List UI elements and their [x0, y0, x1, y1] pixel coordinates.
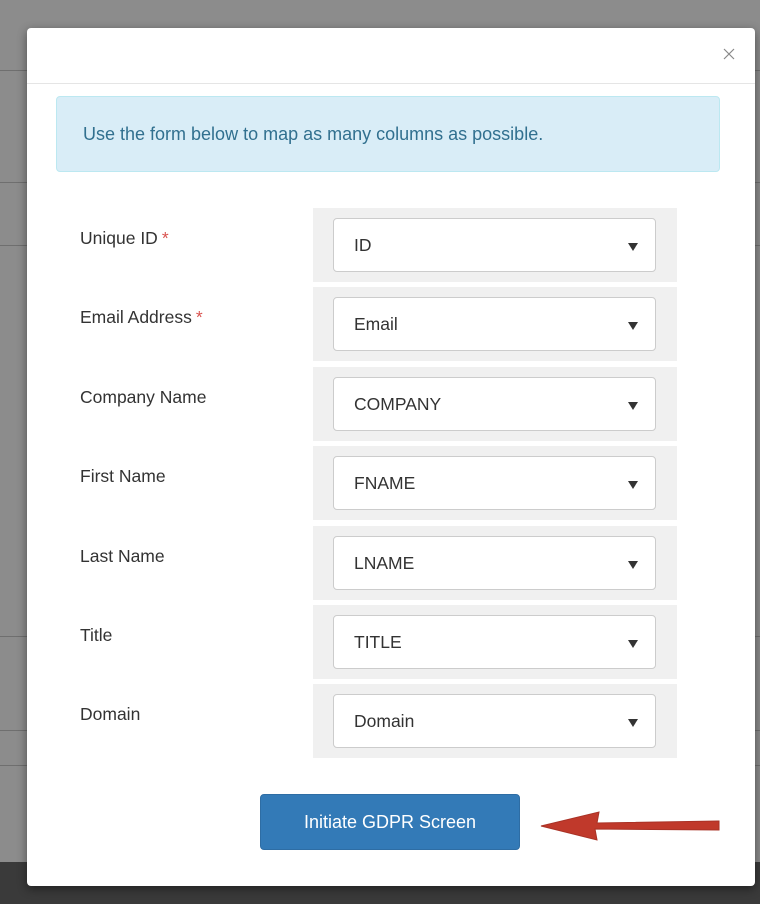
form-row-company-name: Company Name COMPANY [27, 367, 755, 441]
caret-down-icon [628, 640, 638, 648]
select-value: ID [354, 235, 372, 255]
initiate-gdpr-screen-button[interactable]: Initiate GDPR Screen [260, 794, 520, 850]
select-container: Domain [313, 684, 677, 758]
caret-down-icon [628, 243, 638, 251]
select-container: COMPANY [313, 367, 677, 441]
field-label: Company Name [80, 387, 207, 407]
form-row-unique-id: Unique ID * ID [27, 208, 755, 282]
select-container: ID [313, 208, 677, 282]
caret-down-icon [628, 322, 638, 330]
form-row-last-name: Last Name LNAME [27, 526, 755, 600]
field-label: Title [80, 625, 113, 645]
domain-select[interactable]: Domain [333, 694, 656, 748]
form-row-title: Title TITLE [27, 605, 755, 679]
modal-header [27, 28, 755, 84]
caret-down-icon [628, 481, 638, 489]
caret-down-icon [628, 561, 638, 569]
select-value: LNAME [354, 553, 415, 573]
last-name-select[interactable]: LNAME [333, 536, 656, 590]
red-arrow-icon [540, 811, 720, 841]
close-icon [723, 48, 735, 60]
form-row-domain: Domain Domain [27, 684, 755, 758]
select-value: Domain [354, 711, 415, 731]
company-name-select[interactable]: COMPANY [333, 377, 656, 431]
title-select[interactable]: TITLE [333, 615, 656, 669]
caret-down-icon [628, 719, 638, 727]
select-value: COMPANY [354, 394, 442, 414]
first-name-select[interactable]: FNAME [333, 456, 656, 510]
email-address-select[interactable]: Email [333, 297, 656, 351]
close-button[interactable] [717, 42, 741, 66]
select-container: Email [313, 287, 677, 361]
info-alert: Use the form below to map as many column… [56, 96, 720, 172]
select-value: Email [354, 314, 398, 334]
unique-id-select[interactable]: ID [333, 218, 656, 272]
field-label: Unique ID * [80, 228, 169, 248]
column-mapping-modal: Use the form below to map as many column… [27, 28, 755, 886]
form-row-email-address: Email Address * Email [27, 287, 755, 361]
field-label: Domain [80, 704, 141, 724]
select-container: TITLE [313, 605, 677, 679]
select-container: LNAME [313, 526, 677, 600]
required-indicator: * [161, 228, 169, 248]
field-label: Email Address * [80, 307, 203, 327]
caret-down-icon [628, 402, 638, 410]
select-container: FNAME [313, 446, 677, 520]
required-indicator: * [195, 307, 203, 327]
select-value: FNAME [354, 473, 416, 493]
field-label: Last Name [80, 546, 165, 566]
select-value: TITLE [354, 632, 402, 652]
form-row-first-name: First Name FNAME [27, 446, 755, 520]
field-label: First Name [80, 466, 166, 486]
